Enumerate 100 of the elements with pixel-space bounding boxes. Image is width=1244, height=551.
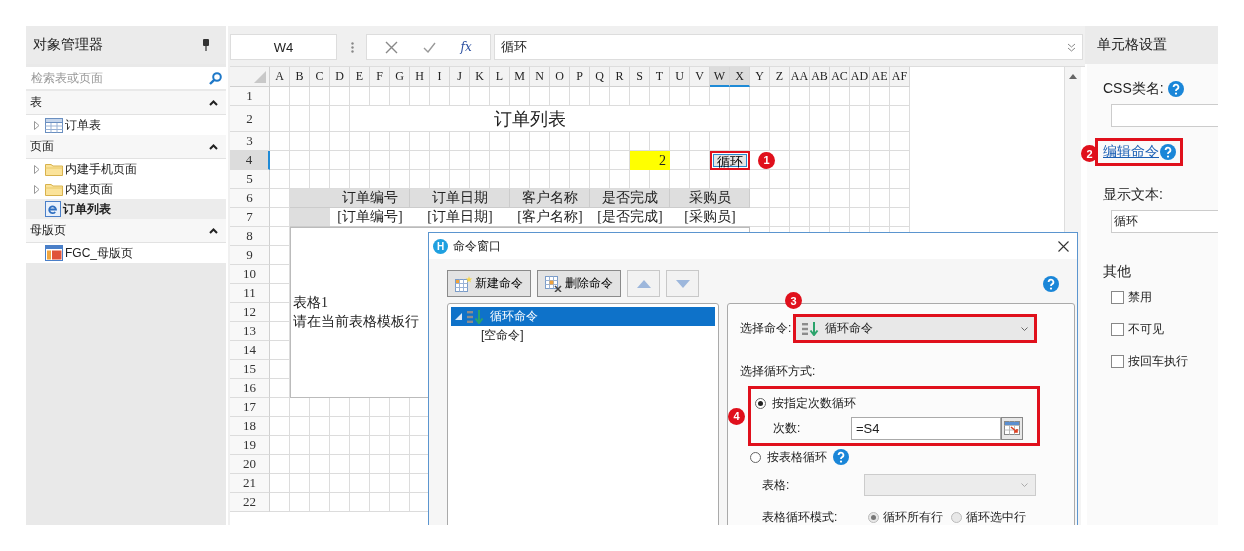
expand-arrow-icon[interactable] (34, 184, 40, 194)
sheet-cell[interactable] (830, 151, 850, 170)
sheet-cell[interactable] (810, 132, 830, 151)
checkbox-label[interactable]: 禁用 (1128, 289, 1152, 306)
column-header[interactable]: AA (790, 67, 810, 87)
sheet-cell[interactable] (850, 106, 870, 132)
chevron-up-icon[interactable] (209, 143, 218, 150)
row-header[interactable]: 3 (230, 132, 270, 151)
row-header[interactable]: 4 (230, 151, 270, 170)
radio-label[interactable]: 按表格循环 (767, 448, 827, 466)
column-header[interactable]: I (430, 67, 450, 87)
radio-button[interactable] (750, 451, 761, 463)
collapse-arrow-icon[interactable] (455, 313, 462, 320)
command-dropdown[interactable]: 循环命令 (796, 317, 1035, 340)
sheet-cell[interactable] (310, 493, 330, 512)
chevron-up-icon[interactable] (209, 227, 218, 234)
tree-item[interactable]: [空命令] (451, 326, 715, 345)
row-header[interactable]: 6 (230, 189, 270, 208)
sheet-cell[interactable] (350, 493, 370, 512)
scroll-up-icon[interactable] (1069, 74, 1077, 79)
tree-item[interactable]: FGC_母版页 (26, 243, 226, 263)
sheet-cell[interactable] (810, 87, 830, 106)
sheet-cell[interactable] (290, 436, 310, 455)
sheet-cell[interactable] (270, 455, 290, 474)
radio-button[interactable] (755, 397, 766, 409)
sheet-cell[interactable] (390, 455, 410, 474)
row-header[interactable]: 20 (230, 455, 270, 474)
sheet-cell[interactable] (390, 474, 410, 493)
sheet-cell[interactable] (290, 474, 310, 493)
sheet-cell[interactable] (770, 189, 790, 208)
sheet-cell[interactable] (330, 493, 350, 512)
column-header[interactable]: AE (870, 67, 890, 87)
sheet-cell[interactable] (590, 151, 610, 170)
column-header[interactable]: D (330, 67, 350, 87)
column-header[interactable]: Y (750, 67, 770, 87)
column-header[interactable]: R (610, 67, 630, 87)
radio-label[interactable]: 循环所有行 (883, 508, 943, 525)
sheet-cell[interactable] (790, 106, 810, 132)
cell-name-box[interactable]: W4 (230, 34, 337, 60)
sheet-cell[interactable] (450, 151, 470, 170)
sheet-cell[interactable] (510, 151, 530, 170)
sheet-cell[interactable] (370, 417, 390, 436)
column-header[interactable]: V (690, 67, 710, 87)
sheet-cell[interactable] (890, 208, 910, 227)
radio-label[interactable]: 循环选中行 (966, 508, 1026, 525)
sheet-cell[interactable] (370, 474, 390, 493)
row-header[interactable]: 18 (230, 417, 270, 436)
column-header[interactable]: X (730, 67, 750, 87)
checkbox-label[interactable]: 按回车执行 (1128, 353, 1188, 370)
sheet-cell[interactable] (290, 132, 310, 151)
radio-button[interactable] (951, 511, 962, 523)
tree-item[interactable]: 内建手机页面 (26, 159, 226, 179)
sheet-cell[interactable] (790, 208, 810, 227)
sheet-cell[interactable] (830, 208, 850, 227)
sheet-cell[interactable] (370, 493, 390, 512)
sheet-cell[interactable] (870, 87, 890, 106)
sheet-cell[interactable] (810, 208, 830, 227)
sheet-cell[interactable] (870, 132, 890, 151)
sheet-cell[interactable] (310, 436, 330, 455)
sheet-cell[interactable] (270, 436, 290, 455)
sheet-cell[interactable] (270, 151, 290, 170)
sheet-cell[interactable] (330, 474, 350, 493)
row-header[interactable]: 14 (230, 341, 270, 360)
sheet-cell[interactable] (790, 170, 810, 189)
sheet-cell[interactable] (870, 106, 890, 132)
sheet-cell[interactable] (390, 151, 410, 170)
row-header[interactable]: 10 (230, 265, 270, 284)
sheet-cell[interactable] (270, 106, 290, 132)
column-header[interactable]: O (550, 67, 570, 87)
column-header[interactable]: B (290, 67, 310, 87)
sheet-cell[interactable] (850, 208, 870, 227)
column-header[interactable]: G (390, 67, 410, 87)
sheet-cell[interactable] (390, 436, 410, 455)
row-header[interactable]: 9 (230, 246, 270, 265)
sheet-cell[interactable] (790, 87, 810, 106)
sheet-cell[interactable] (330, 436, 350, 455)
sheet-cell[interactable] (810, 151, 830, 170)
column-header[interactable]: N (530, 67, 550, 87)
help-icon[interactable] (1160, 144, 1176, 160)
sheet-cell[interactable] (350, 151, 370, 170)
checkbox[interactable] (1111, 291, 1124, 304)
sheet-cell[interactable] (270, 493, 290, 512)
sheet-cell[interactable] (770, 208, 790, 227)
tree-item[interactable]: 循环命令 (451, 307, 715, 326)
sheet-cell[interactable] (870, 189, 890, 208)
sheet-cell[interactable] (890, 106, 910, 132)
sheet-cell[interactable] (310, 417, 330, 436)
row-header[interactable]: 8 (230, 227, 270, 246)
column-header[interactable]: L (490, 67, 510, 87)
sheet-cell[interactable] (850, 132, 870, 151)
column-header[interactable]: Z (770, 67, 790, 87)
sheet-cell[interactable] (830, 189, 850, 208)
formula-field[interactable]: 循环 (494, 34, 1083, 60)
column-header[interactable]: AF (890, 67, 910, 87)
sheet-cell[interactable] (330, 87, 350, 106)
sheet-cell[interactable] (310, 474, 330, 493)
sheet-cell[interactable] (470, 151, 490, 170)
sheet-cell[interactable] (530, 151, 550, 170)
sheet-cell[interactable] (810, 106, 830, 132)
sheet-cell[interactable] (270, 474, 290, 493)
